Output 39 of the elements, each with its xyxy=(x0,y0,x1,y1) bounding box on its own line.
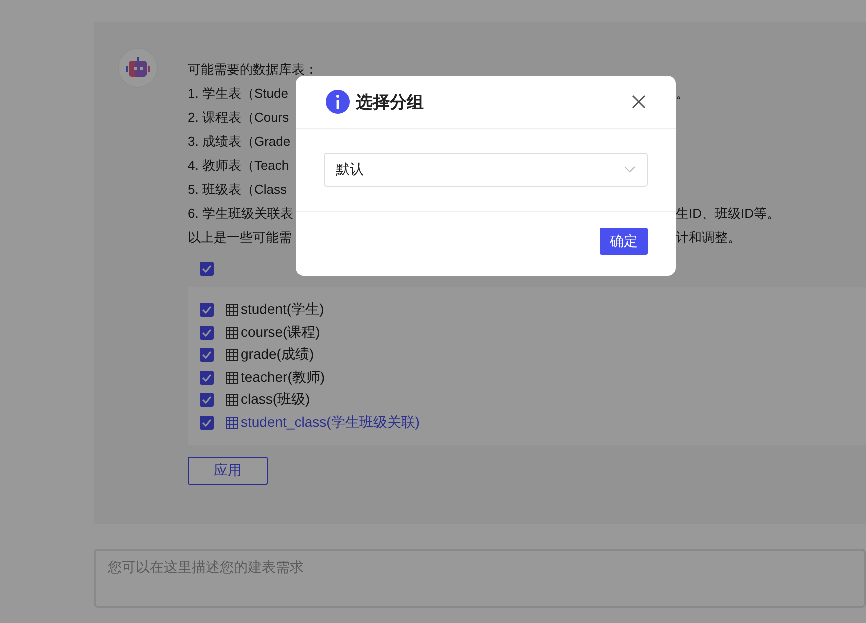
message-text: 6. 学生班级关联表 xyxy=(188,205,294,223)
message-text: 可能需要的数据库表： xyxy=(188,61,318,79)
message-text: 2. 课程表（Cours xyxy=(188,109,290,127)
robot-avatar-icon xyxy=(118,48,158,88)
message-text: 。 xyxy=(676,85,690,103)
requirement-input-field[interactable]: 您可以在这里描述您的建表需求 xyxy=(96,551,864,606)
table-name[interactable]: student_class(学生班级关联) xyxy=(241,414,420,432)
table-name[interactable]: grade(成绩) xyxy=(241,346,314,364)
table-checkbox[interactable] xyxy=(200,326,214,340)
table-name[interactable]: class(班级) xyxy=(241,391,310,410)
chevron-down-icon xyxy=(624,166,636,174)
table-checkbox[interactable] xyxy=(200,370,214,385)
table-checkbox[interactable] xyxy=(200,393,214,408)
message-text: 以上是一些可能需 xyxy=(188,229,292,247)
group-select[interactable]: 默认 xyxy=(324,153,648,187)
info-icon xyxy=(326,90,350,114)
table-grid-icon xyxy=(226,394,238,406)
table-name[interactable]: student(学生) xyxy=(241,301,324,320)
message-text: 计和调整。 xyxy=(676,229,742,247)
table-name[interactable]: course(课程) xyxy=(241,324,320,342)
table-checkbox[interactable] xyxy=(200,303,214,318)
table-grid-icon xyxy=(226,304,238,316)
table-grid-icon xyxy=(226,326,238,339)
table-grid-icon xyxy=(226,416,238,429)
table-name[interactable]: teacher(教师) xyxy=(241,368,326,387)
message-text: 5. 班级表（Class xyxy=(188,181,287,199)
select-all-checkbox[interactable] xyxy=(200,262,214,276)
table-grid-icon xyxy=(226,349,238,362)
close-icon[interactable] xyxy=(632,95,646,109)
table-grid-icon xyxy=(226,372,238,384)
message-text: 1. 学生表（Stude xyxy=(188,85,288,103)
table-checkbox[interactable] xyxy=(200,416,214,430)
apply-button[interactable]: 应用 xyxy=(188,457,268,485)
message-text: 4. 教师表（Teach xyxy=(188,157,290,175)
table-checkbox[interactable] xyxy=(200,348,214,362)
confirm-button[interactable]: 确定 xyxy=(600,228,648,255)
message-text: 生ID、班级ID等。 xyxy=(676,205,781,223)
dialog-title: 选择分组 xyxy=(356,92,425,114)
message-text: 3. 成绩表（Grade xyxy=(188,133,291,151)
